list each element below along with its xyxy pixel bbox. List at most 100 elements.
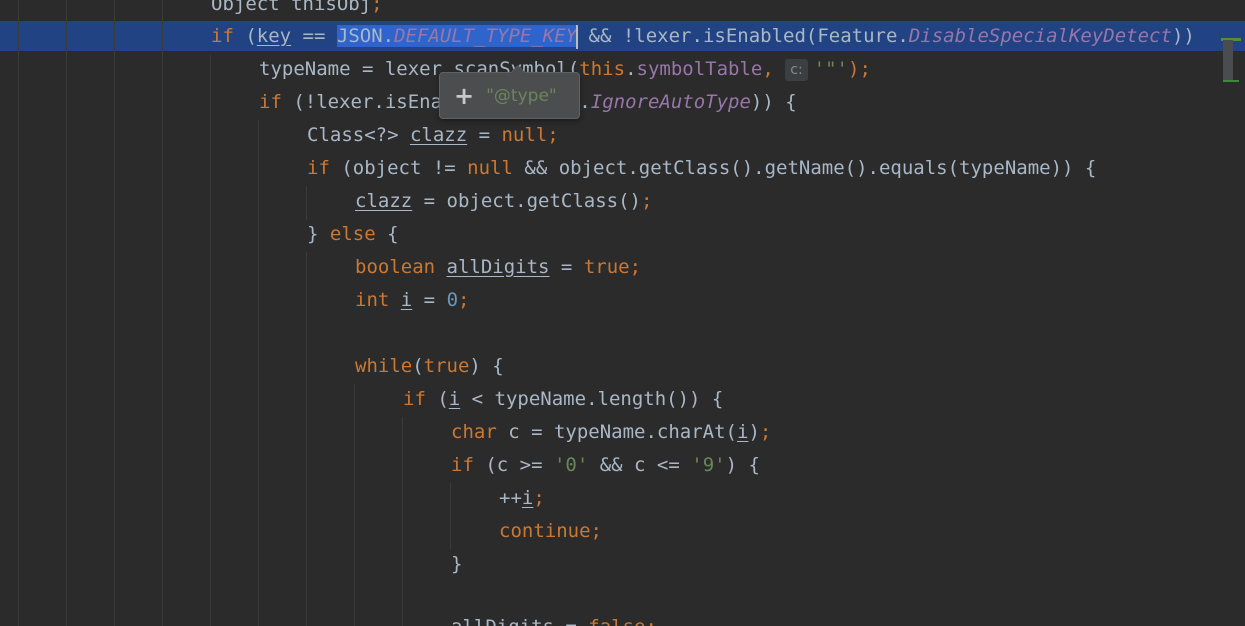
code-text: ==	[291, 25, 337, 47]
code-line[interactable]: char c = typeName.charAt(i);	[0, 416, 771, 449]
code-line[interactable]: if (i < typeName.length()) {	[0, 383, 723, 416]
code-line[interactable]: } else {	[0, 218, 399, 251]
code-line[interactable]: allDigits = false;	[0, 611, 657, 626]
code-text: ) {	[469, 355, 504, 377]
code-text: ;	[640, 190, 653, 212]
code-text: ;	[759, 421, 772, 443]
field: symbolTable	[636, 58, 763, 80]
code-text: = object.getClass()	[412, 190, 641, 212]
keyword: true	[423, 355, 470, 377]
constant: DisableSpecialKeyDetect	[908, 25, 1172, 47]
code-line[interactable]: Class<?> clazz = null;	[0, 119, 559, 152]
code-line[interactable]: while(true) {	[0, 350, 504, 383]
code-text: }	[307, 223, 330, 245]
variable: i	[400, 289, 413, 311]
code-line[interactable]: continue;	[0, 515, 602, 548]
keyword: if	[211, 25, 234, 47]
keyword: char	[451, 421, 497, 443]
variable: clazz	[409, 124, 468, 146]
code-text: ;	[371, 0, 383, 15]
code-text: (	[412, 355, 424, 377]
code-line[interactable]: boolean allDigits = true;	[0, 251, 641, 284]
code-text: && object.getClass().getName().equals(ty…	[512, 157, 1097, 179]
variable: i	[736, 421, 749, 443]
code-text: );	[848, 58, 871, 80]
code-line[interactable]: Object thisObj;	[0, 0, 383, 21]
scrollbar-thumb[interactable]	[1223, 40, 1233, 80]
code-text: (c >=	[473, 454, 554, 476]
code-text: ;	[458, 289, 470, 311]
code-text: =	[467, 124, 502, 146]
code-text: }	[451, 553, 463, 575]
change-marker[interactable]	[1223, 80, 1239, 82]
code-text: Object thisObj	[211, 0, 372, 15]
code-text: ) {	[725, 454, 760, 476]
keyword: while	[355, 355, 413, 377]
code-text: (	[425, 388, 449, 410]
constant: DEFAULT_TYPE_KEY	[394, 25, 578, 47]
code-text: < typeName.length()) {	[460, 388, 724, 410]
code-text: =	[554, 616, 588, 626]
code-text: ;	[590, 520, 602, 542]
code-text: )) {	[750, 91, 797, 113]
keyword: this	[579, 58, 626, 80]
keyword: int	[355, 289, 390, 311]
variable: allDigits	[446, 256, 550, 278]
variable: i	[448, 388, 461, 410]
variable: i	[521, 487, 534, 509]
value-tooltip-popup[interactable]: + "@type"	[439, 65, 580, 119]
code-text: && !lexer.isEnabled(Feature.	[577, 25, 909, 47]
keyword: if	[403, 388, 426, 410]
keyword: if	[259, 91, 282, 113]
keyword: null	[501, 124, 548, 146]
string-literal: '"'	[813, 58, 848, 80]
code-text: Class<?>	[307, 124, 410, 146]
code-editor[interactable]: Object thisObj; if (key == JSON.DEFAULT_…	[0, 0, 1245, 626]
keyword: if	[307, 157, 330, 179]
code-text: ;	[645, 616, 656, 626]
code-text: ,	[762, 58, 786, 80]
keyword: null	[467, 157, 513, 179]
code-line[interactable]: typeName = lexer.scanSymbol(this.symbolT…	[0, 53, 871, 86]
keyword: else	[329, 223, 376, 245]
code-line[interactable]: }	[0, 548, 462, 581]
keyword: boolean	[355, 256, 436, 278]
code-text: ))	[1171, 25, 1195, 47]
code-line[interactable]: ++i;	[0, 482, 545, 515]
code-text: .	[625, 58, 637, 80]
keyword: false	[588, 616, 645, 626]
expand-plus-icon[interactable]: +	[454, 84, 474, 108]
keyword: if	[451, 454, 474, 476]
code-text: )	[748, 421, 760, 443]
code-line-current[interactable]: if (key == JSON.DEFAULT_TYPE_KEY && !lex…	[0, 20, 1195, 53]
code-text: ;	[533, 487, 545, 509]
code-text: ;	[547, 124, 559, 146]
code-text: ++	[499, 487, 522, 509]
keyword: true	[583, 256, 630, 278]
constant: IgnoreAutoType	[590, 91, 751, 113]
code-text: && c <=	[588, 454, 692, 476]
string-literal: '9'	[691, 454, 726, 476]
selection: JSON.DEFAULT_TYPE_KEY	[336, 25, 578, 47]
code-text: {	[375, 223, 399, 245]
code-text: (	[233, 25, 257, 47]
code-line[interactable]: if (c >= '0' && c <= '9') {	[0, 449, 760, 482]
number-literal: 0	[446, 289, 459, 311]
code-line[interactable]: if (object != null && object.getClass().…	[0, 152, 1096, 185]
variable: key	[256, 25, 292, 47]
string-literal: '0'	[553, 454, 589, 476]
code-line[interactable]: if (!lexer.isEnabled(Feature.IgnoreAutoT…	[0, 86, 797, 119]
code-text: =	[549, 256, 584, 278]
variable: allDigits	[451, 616, 554, 626]
parameter-hint: c:	[785, 58, 808, 81]
tooltip-value: "@type"	[486, 85, 557, 106]
code-text: JSON.	[336, 25, 395, 47]
code-text: ;	[629, 256, 642, 278]
keyword: continue	[499, 520, 591, 542]
code-line[interactable]: clazz = object.getClass();	[0, 185, 652, 218]
code-text: (object !=	[329, 157, 468, 179]
code-line[interactable]: int i = 0;	[0, 284, 469, 317]
variable: clazz	[355, 190, 413, 212]
